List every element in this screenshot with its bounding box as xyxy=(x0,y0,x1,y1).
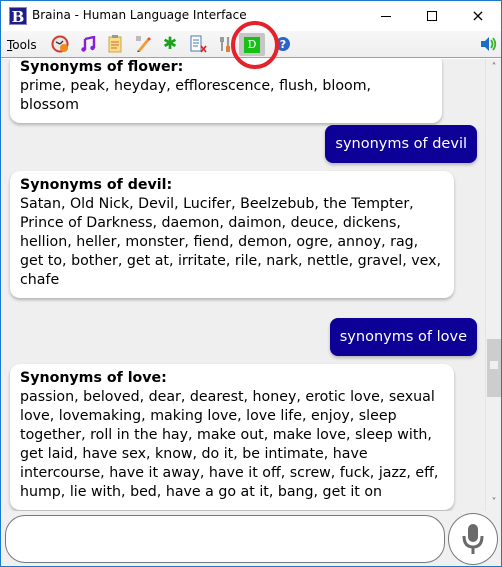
asterisk-icon[interactable]: ✱ xyxy=(161,34,179,54)
music-note-icon[interactable] xyxy=(79,35,97,53)
speaker-icon[interactable] xyxy=(480,35,498,53)
maximize-button[interactable] xyxy=(409,1,455,31)
message-body: prime, peak, heyday, efflorescence, flus… xyxy=(20,78,372,113)
message-heading: Synonyms of devil: xyxy=(20,177,173,193)
message-body: passion, beloved, dear, dearest, honey, … xyxy=(20,389,439,500)
minimize-button[interactable] xyxy=(363,1,409,31)
message-heading: Synonyms of love: xyxy=(20,370,167,386)
notepad-icon[interactable] xyxy=(106,35,124,53)
message-input[interactable] xyxy=(5,515,445,563)
app-window: B Braina - Human Language Interface × To… xyxy=(0,0,502,567)
pencil-eraser-icon[interactable] xyxy=(134,35,152,53)
message-body: Satan, Old Nick, Devil, Lucifer, Beelzeb… xyxy=(20,196,441,288)
minimize-icon xyxy=(381,15,391,17)
chat-area: Synonyms of flower: prime, peak, heyday,… xyxy=(1,59,485,511)
document-mute-icon[interactable] xyxy=(190,35,208,53)
title-bar: B Braina - Human Language Interface × xyxy=(1,1,501,31)
scroll-down-arrow-icon[interactable]: ˅ xyxy=(486,494,502,511)
close-icon: × xyxy=(471,6,485,25)
assistant-message: Synonyms of devil: Satan, Old Nick, Devi… xyxy=(10,171,454,298)
close-button[interactable]: × xyxy=(455,1,501,31)
microphone-icon xyxy=(462,524,484,554)
scrollbar-grip xyxy=(490,361,498,369)
scrollbar-thumb[interactable] xyxy=(487,339,501,397)
user-message: synonyms of love xyxy=(329,318,477,356)
window-title: Braina - Human Language Interface xyxy=(32,8,247,22)
dictation-button[interactable]: D xyxy=(239,33,265,56)
tools-menu[interactable]: Tools xyxy=(7,38,37,52)
tools-icon[interactable] xyxy=(217,35,235,53)
app-logo-icon: B xyxy=(9,7,27,26)
assistant-message: Synonyms of love: passion, beloved, dear… xyxy=(10,364,454,510)
chat-scrollbar[interactable]: ˄ ˅ xyxy=(485,59,501,511)
user-message: synonyms of devil xyxy=(325,125,477,163)
input-area xyxy=(1,511,501,566)
scroll-up-arrow-icon[interactable]: ˄ xyxy=(486,59,502,76)
message-heading: Synonyms of flower: xyxy=(20,59,184,75)
alarm-clock-icon[interactable] xyxy=(51,35,69,53)
maximize-icon xyxy=(427,11,437,21)
toolbar: Tools ✱ D ? xyxy=(1,31,501,58)
microphone-button[interactable] xyxy=(448,513,498,565)
help-icon[interactable]: ? xyxy=(274,35,292,53)
assistant-message: Synonyms of flower: prime, peak, heyday,… xyxy=(10,59,442,123)
dictation-d-icon: D xyxy=(244,36,260,53)
svg-text:?: ? xyxy=(280,38,286,51)
